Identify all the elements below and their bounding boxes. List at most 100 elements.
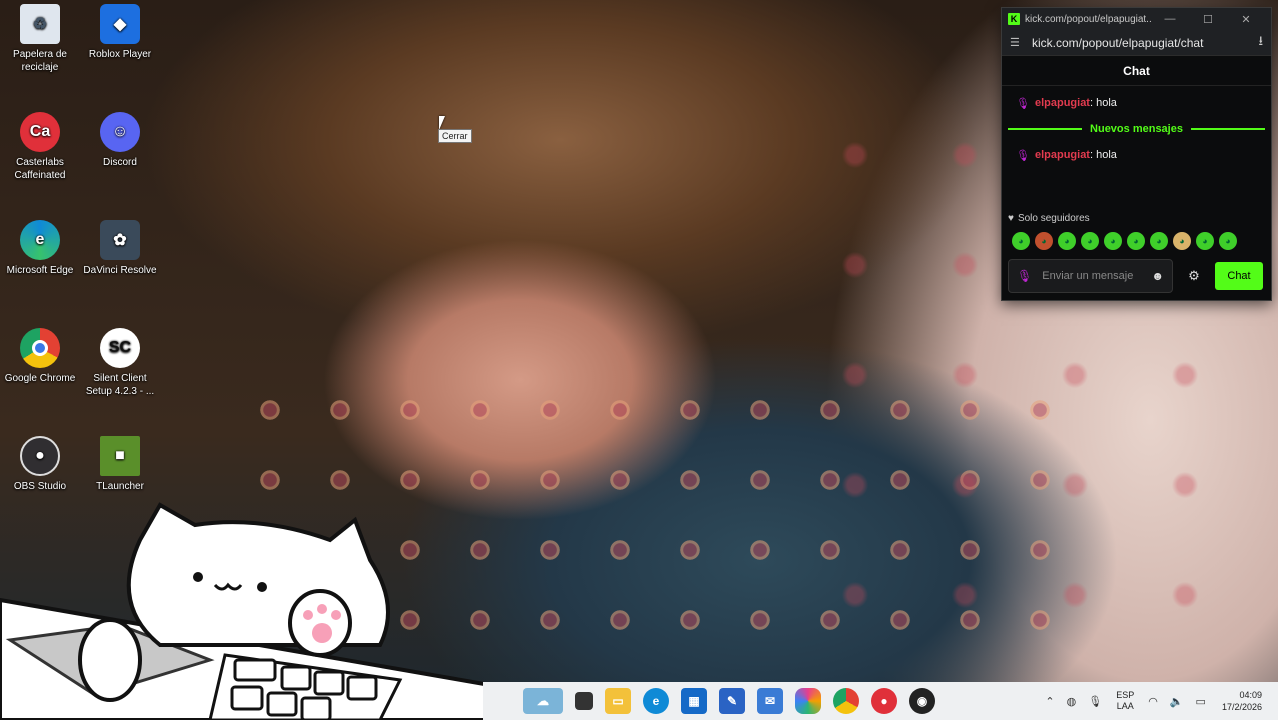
desktop-icon-recycle-bin[interactable]: ♻ Papelera de reciclaje [0, 4, 80, 74]
casterlabs-icon: Ca [20, 112, 60, 152]
desktop-icon-label: Google Chrome [4, 373, 76, 384]
microphone-icon[interactable]: 🎙 [1088, 695, 1102, 708]
emote-icon[interactable]: ◕ [1012, 232, 1030, 250]
mail-icon[interactable]: ✎ [719, 688, 745, 714]
send-chat-button[interactable]: Chat [1215, 262, 1263, 290]
bongo-cat-illustration [0, 502, 492, 720]
battery-icon[interactable]: ▭ [1196, 695, 1206, 708]
obs-icon: ● [20, 436, 60, 476]
clock[interactable]: 04:09 17/2/2026 [1222, 689, 1262, 713]
clock-date: 17/2/2026 [1221, 702, 1262, 712]
window-title: kick.com/popout/elpapugiat... [1025, 13, 1151, 25]
network-app-icon[interactable]: ◍ [1067, 695, 1077, 708]
emote-icon[interactable]: ◕ [1196, 232, 1214, 250]
chat-username[interactable]: elpapugiat [1035, 97, 1090, 109]
chrome-icon [20, 328, 60, 368]
tlauncher-icon: ■ [100, 436, 140, 476]
chevron-up-icon[interactable]: ⌃ [1045, 695, 1054, 708]
wifi-icon[interactable]: ◠ [1148, 695, 1158, 708]
window-titlebar[interactable]: K kick.com/popout/elpapugiat... — ☐ ✕ [1002, 8, 1271, 30]
silent-client-icon: SC [100, 328, 140, 368]
language-code: ESP [1116, 690, 1135, 700]
new-messages-label: Nuevos mensajes [1090, 123, 1183, 135]
new-messages-divider: Nuevos mensajes [1002, 114, 1271, 144]
chat-message-text: : hola [1089, 97, 1117, 109]
desktop-icon-roblox[interactable]: ◆ Roblox Player [80, 4, 160, 61]
mail-icon[interactable]: ✉ [757, 688, 783, 714]
emote-icon[interactable]: ◕ [1127, 232, 1145, 250]
chat-message: 🎙 elpapugiat : hola [1002, 144, 1271, 166]
chat-title: Chat [1002, 56, 1271, 86]
edge-icon[interactable]: e [643, 688, 669, 714]
emote-icon[interactable]: ◕ [1219, 232, 1237, 250]
gear-icon[interactable]: ⚙ [1179, 268, 1209, 284]
address-bar[interactable]: ☰ kick.com/popout/elpapugiat/chat ⭳ [1002, 30, 1271, 56]
site-settings-icon[interactable]: ☰ [1010, 36, 1024, 49]
discord-icon: ☺ [100, 112, 140, 152]
desktop-icon-obs[interactable]: ● OBS Studio [0, 436, 80, 493]
bongo-cat-overlay [0, 495, 492, 720]
maximize-icon[interactable]: ☐ [1189, 13, 1227, 26]
language-indicator[interactable]: ESP LAA [1116, 690, 1134, 712]
task-view-icon[interactable] [575, 692, 593, 710]
desktop-icon-label: Discord [103, 157, 137, 168]
file-explorer-icon[interactable]: ▭ [605, 688, 631, 714]
emote-icon[interactable]: ◕ [1058, 232, 1076, 250]
close-tooltip: Cerrar [438, 129, 472, 143]
chat-username[interactable]: elpapugiat [1035, 149, 1090, 161]
mouse-cursor [439, 116, 445, 130]
desktop-icon-tlauncher[interactable]: ■ TLauncher [80, 436, 160, 493]
chat-popout-window: K kick.com/popout/elpapugiat... — ☐ ✕ ☰ … [1001, 7, 1272, 301]
emote-icon[interactable]: ◕ [1104, 232, 1122, 250]
system-tray: ⌃ ◍ 🎙 ESP LAA ◠ 🔈 ▭ 04:09 17/2/2026 [1039, 682, 1278, 720]
desktop-icon-davinci[interactable]: ✿ DaVinci Resolve [80, 220, 160, 277]
emoji-picker-icon[interactable]: ☻ [1151, 269, 1164, 283]
kick-logo-icon: K [1008, 13, 1020, 25]
desktop-icon-label: Papelera de reciclaje [13, 49, 67, 73]
desktop-icon-edge[interactable]: e Microsoft Edge [0, 220, 80, 277]
chat-message-text: : hola [1089, 149, 1117, 161]
copilot-icon[interactable] [795, 688, 821, 714]
chat-input-row: 🎙 Enviar un mensaje ☻ ⚙ Chat [1008, 258, 1266, 294]
heart-icon: ♥ [1008, 213, 1014, 224]
desktop-icon-label: Roblox Player [88, 49, 152, 60]
address-text: kick.com/popout/elpapugiat/chat [1032, 35, 1204, 50]
desktop-icon-casterlabs[interactable]: Ca Casterlabs Caffeinated [0, 112, 80, 182]
microphone-badge-icon: 🎙 [1016, 97, 1030, 110]
edge-icon: e [20, 220, 60, 260]
emote-icon[interactable]: ◕ [1150, 232, 1168, 250]
desktop-icon-discord[interactable]: ☺ Discord [80, 112, 160, 169]
microphone-badge-icon: 🎙 [1016, 149, 1030, 162]
obs-icon[interactable]: ◉ [909, 688, 935, 714]
desktop-icon-label: DaVinci Resolve [83, 265, 157, 276]
emote-bar: ◕ ◕ ◕ ◕ ◕ ◕ ◕ ◕ ◕ ◕ [1012, 232, 1237, 250]
desktop-icon-label: Microsoft Edge [6, 265, 74, 276]
taskbar: ☁ ▭ e ▦ ✎ ✉ ● ◉ ⌃ ◍ 🎙 ESP LAA ◠ 🔈 ▭ 04:0… [483, 682, 1278, 720]
close-icon[interactable]: ✕ [1227, 13, 1265, 26]
keyboard-layout: LAA [1116, 701, 1134, 711]
chat-message-input[interactable]: 🎙 Enviar un mensaje ☻ [1008, 259, 1173, 293]
desktop-icon-label: Casterlabs Caffeinated [14, 157, 66, 181]
volume-icon[interactable]: 🔈 [1170, 695, 1184, 708]
casterlabs-icon[interactable]: ● [871, 688, 897, 714]
recycle-bin-icon: ♻ [20, 4, 60, 44]
desktop-icon-chrome[interactable]: Google Chrome [0, 328, 80, 385]
desktop-icon-silent-client[interactable]: SC Silent Client Setup 4.2.3 - ... [80, 328, 160, 398]
widgets-icon[interactable]: ☁ [523, 688, 563, 714]
chrome-icon[interactable] [833, 688, 859, 714]
microphone-icon: 🎙 [1017, 269, 1033, 283]
desktop-icon-label: TLauncher [96, 481, 144, 492]
emote-icon[interactable]: ◕ [1081, 232, 1099, 250]
store-icon[interactable]: ▦ [681, 688, 707, 714]
desktop-icon-label: Silent Client Setup 4.2.3 - ... [85, 373, 155, 397]
minimize-icon[interactable]: — [1151, 13, 1189, 25]
emote-icon[interactable]: ◕ [1035, 232, 1053, 250]
desktop-icon-label: OBS Studio [13, 481, 67, 492]
followers-only-notice: ♥ Solo seguidores [1008, 213, 1090, 224]
davinci-icon: ✿ [100, 220, 140, 260]
emote-icon[interactable]: ◕ [1173, 232, 1191, 250]
clock-time: 04:09 [1239, 690, 1262, 700]
download-icon[interactable]: ⭳ [1258, 32, 1263, 54]
chat-input-placeholder: Enviar un mensaje [1042, 269, 1134, 282]
chat-message: 🎙 elpapugiat : hola [1002, 92, 1271, 114]
